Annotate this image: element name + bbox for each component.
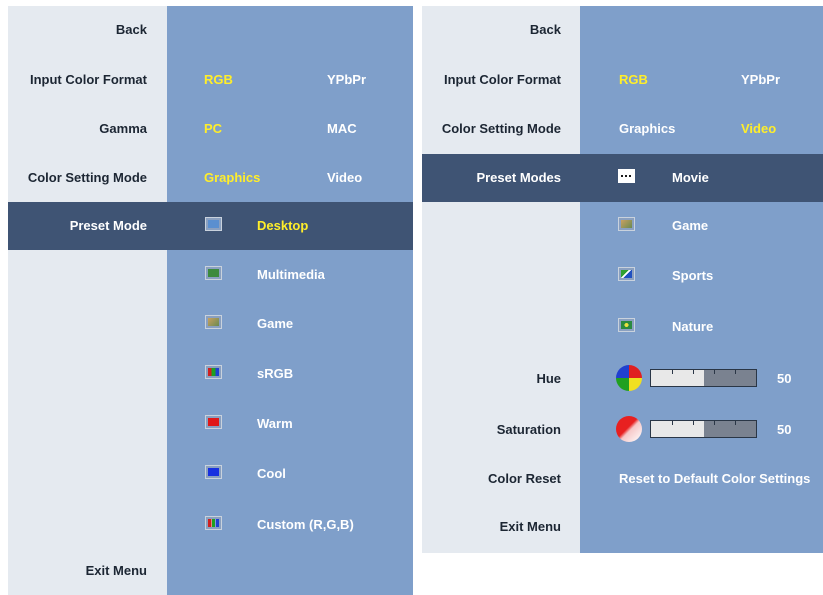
- hue-slider-fill: [651, 370, 704, 386]
- preset-mode-label: Preset Mode: [69, 218, 147, 233]
- preset-row-game[interactable]: Game: [422, 202, 823, 250]
- warm-icon: [205, 415, 222, 429]
- sports-icon: [618, 267, 635, 281]
- preset-game[interactable]: Game: [672, 202, 708, 250]
- saturation-slider-fill: [651, 421, 704, 437]
- color-setting-mode-label: Color Setting Mode: [441, 121, 561, 136]
- preset-row-cool[interactable]: Cool: [8, 450, 413, 498]
- option-ypbpr[interactable]: YPbPr: [327, 56, 366, 104]
- game-icon: [205, 315, 222, 329]
- preset-warm[interactable]: Warm: [257, 400, 293, 448]
- preset-cool[interactable]: Cool: [257, 450, 286, 498]
- menu-row-color-setting-mode[interactable]: Color Setting Mode Graphics Video: [422, 105, 823, 153]
- menu-row-preset-mode[interactable]: Preset Mode Desktop: [8, 202, 413, 250]
- menu-row-back[interactable]: Back: [422, 6, 823, 54]
- saturation-icon: [616, 416, 642, 442]
- color-setting-mode-label: Color Setting Mode: [27, 170, 147, 185]
- preset-movie[interactable]: Movie: [672, 154, 709, 202]
- option-rgb[interactable]: RGB: [204, 56, 233, 104]
- menu-row-exit[interactable]: Exit Menu: [8, 547, 413, 595]
- menu-row-back[interactable]: Back: [8, 6, 413, 54]
- preset-row-custom-rgb[interactable]: Custom (R,G,B): [8, 501, 413, 549]
- option-video[interactable]: Video: [327, 154, 362, 202]
- nature-icon: [618, 318, 635, 332]
- option-mac[interactable]: MAC: [327, 105, 357, 153]
- color-wheel-icon: [616, 365, 642, 391]
- slider-tick: [672, 421, 673, 425]
- option-pc[interactable]: PC: [204, 105, 222, 153]
- option-ypbpr[interactable]: YPbPr: [741, 56, 780, 104]
- preset-row-warm[interactable]: Warm: [8, 400, 413, 448]
- game-icon: [618, 217, 635, 231]
- menu-row-exit[interactable]: Exit Menu: [422, 503, 823, 551]
- option-graphics[interactable]: Graphics: [619, 105, 675, 153]
- preset-row-nature[interactable]: Nature: [422, 303, 823, 351]
- slider-tick: [672, 370, 673, 374]
- hue-slider[interactable]: [650, 369, 757, 387]
- preset-modes-label: Preset Modes: [476, 170, 561, 185]
- preset-nature[interactable]: Nature: [672, 303, 713, 351]
- menu-row-input-color-format[interactable]: Input Color Format RGB YPbPr: [422, 56, 823, 104]
- menu-row-saturation[interactable]: Saturation 50: [422, 406, 823, 454]
- multimedia-icon: [205, 266, 222, 280]
- hue-value: 50: [777, 371, 792, 386]
- preset-game[interactable]: Game: [257, 300, 293, 348]
- saturation-label: Saturation: [496, 422, 561, 437]
- osd-panel-right: Back Input Color Format RGB YPbPr Color …: [422, 6, 823, 553]
- slider-tick: [693, 370, 694, 374]
- hue-label: Hue: [536, 371, 561, 386]
- srgb-icon: [205, 365, 222, 379]
- preset-row-multimedia[interactable]: Multimedia: [8, 251, 413, 299]
- movie-icon: [618, 169, 635, 183]
- back-label: Back: [115, 22, 147, 37]
- option-video[interactable]: Video: [741, 105, 776, 153]
- option-rgb[interactable]: RGB: [619, 56, 648, 104]
- menu-row-color-reset[interactable]: Color Reset Reset to Default Color Setti…: [422, 455, 823, 503]
- preset-custom-rgb[interactable]: Custom (R,G,B): [257, 501, 354, 549]
- preset-multimedia[interactable]: Multimedia: [257, 251, 325, 299]
- preset-desktop[interactable]: Desktop: [257, 202, 308, 250]
- menu-row-preset-modes[interactable]: Preset Modes Movie: [422, 154, 823, 202]
- saturation-value: 50: [777, 422, 792, 437]
- option-graphics[interactable]: Graphics: [204, 154, 260, 202]
- menu-row-input-color-format[interactable]: Input Color Format RGB YPbPr: [8, 56, 413, 104]
- slider-tick: [693, 421, 694, 425]
- slider-tick: [714, 370, 715, 374]
- slider-tick: [714, 421, 715, 425]
- input-color-format-label: Input Color Format: [444, 72, 561, 87]
- slider-tick: [735, 421, 736, 425]
- preset-row-sports[interactable]: Sports: [422, 252, 823, 300]
- custom-rgb-icon: [205, 516, 222, 530]
- gamma-label: Gamma: [99, 121, 147, 136]
- preset-row-srgb[interactable]: sRGB: [8, 350, 413, 398]
- color-reset-action[interactable]: Reset to Default Color Settings: [619, 455, 810, 503]
- input-color-format-label: Input Color Format: [30, 72, 147, 87]
- preset-sports[interactable]: Sports: [672, 252, 713, 300]
- slider-tick: [735, 370, 736, 374]
- osd-panel-left: Back Input Color Format RGB YPbPr Gamma …: [8, 6, 413, 595]
- saturation-slider[interactable]: [650, 420, 757, 438]
- preset-srgb[interactable]: sRGB: [257, 350, 293, 398]
- desktop-icon: [205, 217, 222, 231]
- cool-icon: [205, 465, 222, 479]
- exit-menu-label: Exit Menu: [85, 563, 147, 578]
- back-label: Back: [529, 22, 561, 37]
- preset-row-game[interactable]: Game: [8, 300, 413, 348]
- menu-row-hue[interactable]: Hue 50: [422, 355, 823, 403]
- color-reset-label: Color Reset: [488, 471, 561, 486]
- menu-row-gamma[interactable]: Gamma PC MAC: [8, 105, 413, 153]
- exit-menu-label: Exit Menu: [499, 519, 561, 534]
- menu-row-color-setting-mode[interactable]: Color Setting Mode Graphics Video: [8, 154, 413, 202]
